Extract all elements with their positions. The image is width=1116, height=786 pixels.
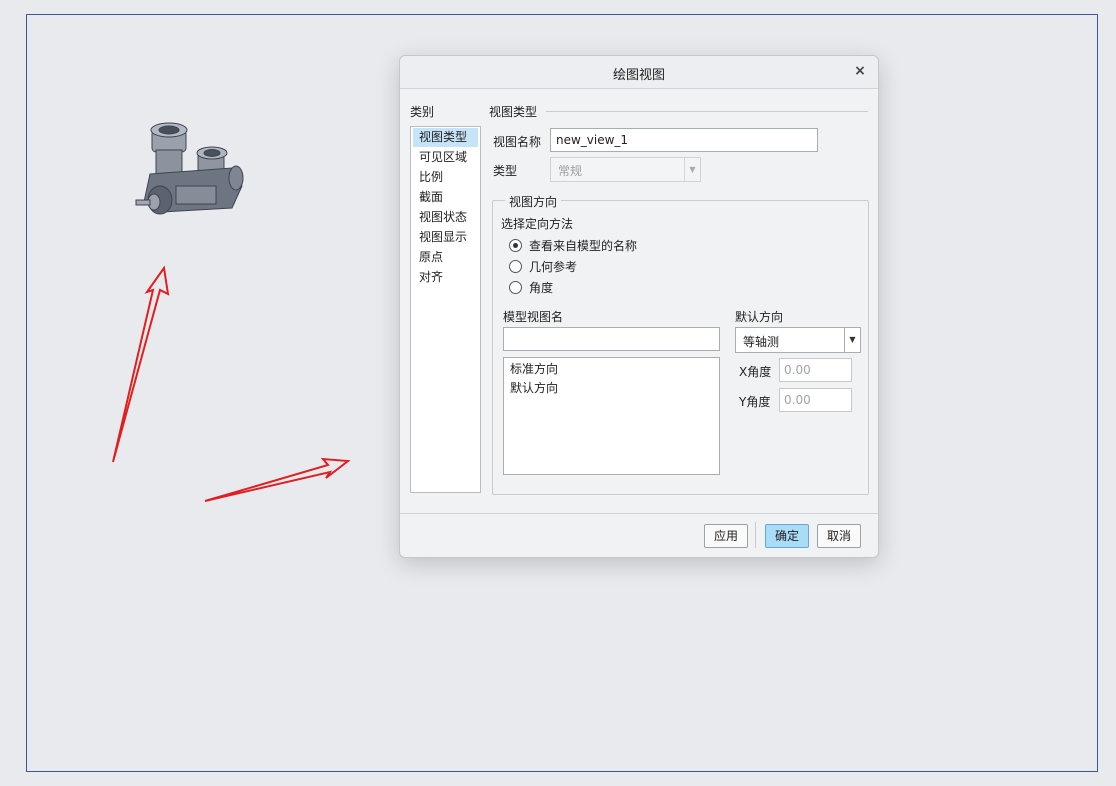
category-item-visible-area[interactable]: 可见区域	[413, 148, 478, 167]
dropdown-arrow-icon: ▼	[684, 158, 700, 181]
list-item[interactable]: 标准方向	[504, 360, 719, 379]
category-item-section[interactable]: 截面	[413, 188, 478, 207]
ok-button[interactable]: 确定	[765, 524, 809, 548]
model-view-list[interactable]: 标准方向 默认方向	[503, 357, 720, 475]
radio-checked-icon	[509, 239, 522, 252]
model-thumbnail-icon[interactable]	[132, 116, 252, 226]
view-name-input[interactable]: new_view_1	[550, 128, 818, 152]
model-view-name-label: 模型视图名	[503, 310, 564, 324]
category-item-view-type[interactable]: 视图类型	[413, 128, 478, 147]
radio-label: 角度	[529, 281, 554, 295]
type-select: 常规 ▼	[550, 157, 701, 182]
close-icon[interactable]: ×	[851, 62, 869, 80]
radio-unchecked-icon	[509, 260, 522, 273]
radio-unchecked-icon	[509, 281, 522, 294]
orientation-group-title: 视图方向	[505, 193, 562, 210]
radio-model-view-name[interactable]: 查看来自模型的名称	[509, 237, 637, 255]
radio-label: 查看来自模型的名称	[529, 239, 638, 253]
dropdown-arrow-icon[interactable]: ▼	[844, 328, 860, 352]
default-orientation-value: 等轴测	[743, 335, 780, 349]
view-name-label: 视图名称	[493, 135, 542, 149]
dialog-title: 绘图视图	[612, 68, 665, 83]
y-angle-label: Y角度	[739, 395, 771, 409]
default-orientation-select[interactable]: 等轴测 ▼	[735, 327, 861, 353]
x-angle-label: X角度	[739, 365, 772, 379]
button-separator	[755, 522, 756, 548]
method-label: 选择定向方法	[501, 217, 574, 231]
category-list: 视图类型 可见区域 比例 截面 视图状态 视图显示 原点 对齐	[410, 126, 481, 493]
category-item-view-display[interactable]: 视图显示	[413, 228, 478, 247]
y-angle-input[interactable]: 0.00	[779, 388, 852, 412]
default-orientation-label: 默认方向	[735, 310, 784, 324]
model-view-name-input[interactable]	[503, 327, 720, 351]
radio-angle[interactable]: 角度	[509, 279, 553, 297]
dialog-titlebar[interactable]: 绘图视图 ×	[400, 56, 878, 89]
section-title: 视图类型	[489, 105, 538, 119]
x-angle-input[interactable]: 0.00	[779, 358, 852, 382]
footer-divider	[400, 513, 878, 514]
categories-label: 类别	[410, 105, 435, 119]
type-select-value: 常规	[558, 164, 583, 178]
section-divider	[546, 111, 868, 112]
cancel-button[interactable]: 取消	[817, 524, 861, 548]
radio-label: 几何参考	[529, 260, 578, 274]
drawing-view-dialog: 绘图视图 × 类别 视图类型 可见区域 比例 截面 视图状态 视图显示 原点 对…	[399, 55, 879, 558]
apply-button[interactable]: 应用	[704, 524, 748, 548]
category-item-scale[interactable]: 比例	[413, 168, 478, 187]
category-item-origin[interactable]: 原点	[413, 248, 478, 267]
category-item-alignment[interactable]: 对齐	[413, 268, 478, 287]
category-item-view-state[interactable]: 视图状态	[413, 208, 478, 227]
radio-geometry-reference[interactable]: 几何参考	[509, 258, 577, 276]
list-item[interactable]: 默认方向	[504, 379, 719, 398]
type-label: 类型	[493, 164, 518, 178]
